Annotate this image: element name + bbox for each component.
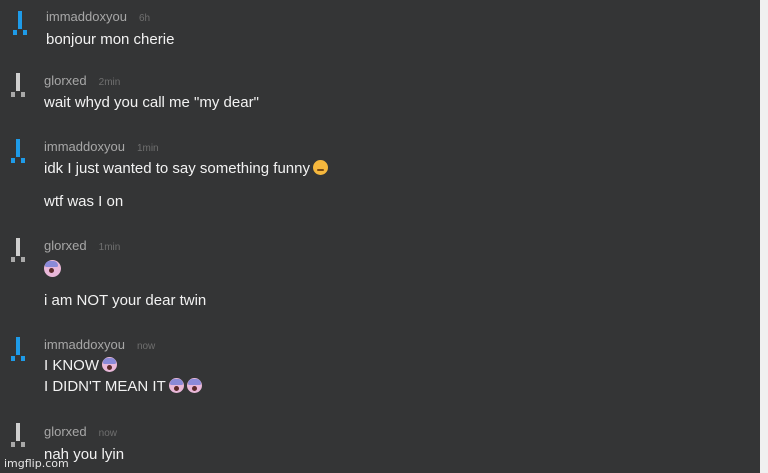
timestamp: now <box>98 428 117 439</box>
username[interactable]: glorxed now <box>44 424 117 439</box>
avatar-icon[interactable] <box>12 11 28 37</box>
face-screaming-icon <box>44 260 61 277</box>
message-text: idk I just wanted to say something funny <box>44 160 328 177</box>
chat-window: immaddoxyou 6h bonjour mon cherie glorxed… <box>0 0 760 473</box>
timestamp: 6h <box>138 13 151 24</box>
avatar-icon[interactable] <box>10 337 26 363</box>
face-screaming-icon <box>102 357 117 372</box>
timestamp: 2min <box>98 77 121 88</box>
message-text: i am NOT your dear twin <box>44 292 207 309</box>
frame-edge <box>760 0 768 473</box>
avatar-icon[interactable] <box>10 139 26 165</box>
username[interactable]: glorxed 2min <box>44 73 120 88</box>
username[interactable]: immaddoxyou now <box>44 337 155 352</box>
message-emoji-only <box>41 260 61 279</box>
username[interactable]: immaddoxyou 1min <box>44 139 159 154</box>
face-screaming-icon <box>168 378 184 393</box>
pensive-face-icon <box>312 160 328 175</box>
timestamp: now <box>136 341 156 352</box>
imgflip-watermark: imgflip.com <box>4 457 69 470</box>
message-text: bonjour mon cherie <box>46 31 175 48</box>
message-text: wtf was I on <box>44 193 124 210</box>
message-text: I DIDN'T MEAN IT <box>44 378 202 395</box>
avatar-icon[interactable] <box>10 423 26 449</box>
username[interactable]: glorxed 1min <box>44 238 120 253</box>
avatar-icon[interactable] <box>10 238 26 264</box>
username[interactable]: immaddoxyou 6h <box>46 9 150 24</box>
timestamp: 1min <box>136 143 159 154</box>
avatar-icon[interactable] <box>10 73 26 99</box>
message-text: wait whyd you call me "my dear" <box>44 94 259 111</box>
message-text: I KNOW <box>44 357 117 374</box>
face-screaming-icon <box>186 378 202 393</box>
timestamp: 1min <box>98 242 121 253</box>
